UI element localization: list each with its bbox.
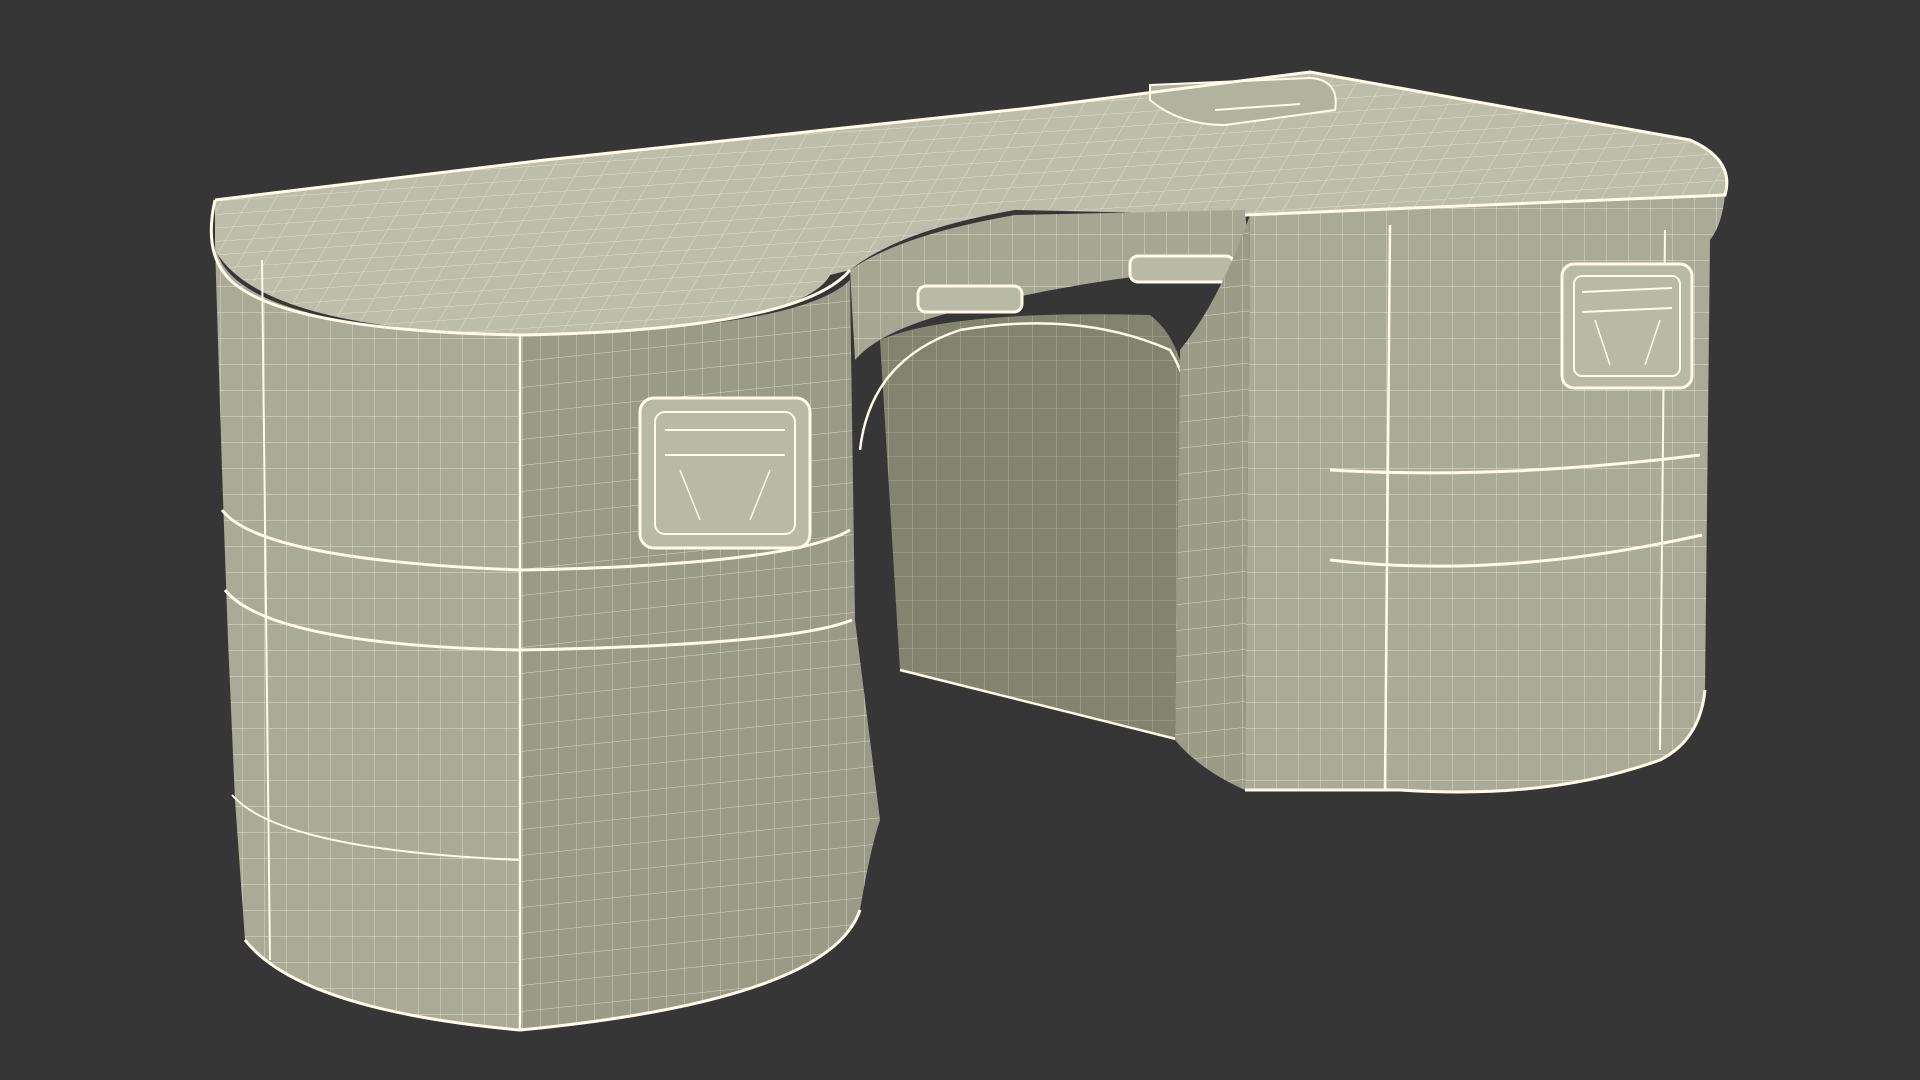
desk-wireframe-render bbox=[209, 70, 1729, 1032]
center-drawer-pull-right bbox=[1128, 254, 1236, 284]
right-drawer-handle bbox=[1560, 262, 1694, 390]
right-pedestal bbox=[1175, 195, 1725, 794]
left-pedestal bbox=[215, 245, 880, 1032]
center-drawer-pull-left bbox=[916, 284, 1024, 314]
knee-hole bbox=[858, 314, 1197, 742]
render-viewport bbox=[0, 0, 1920, 1080]
left-drawer-handle bbox=[638, 396, 812, 550]
